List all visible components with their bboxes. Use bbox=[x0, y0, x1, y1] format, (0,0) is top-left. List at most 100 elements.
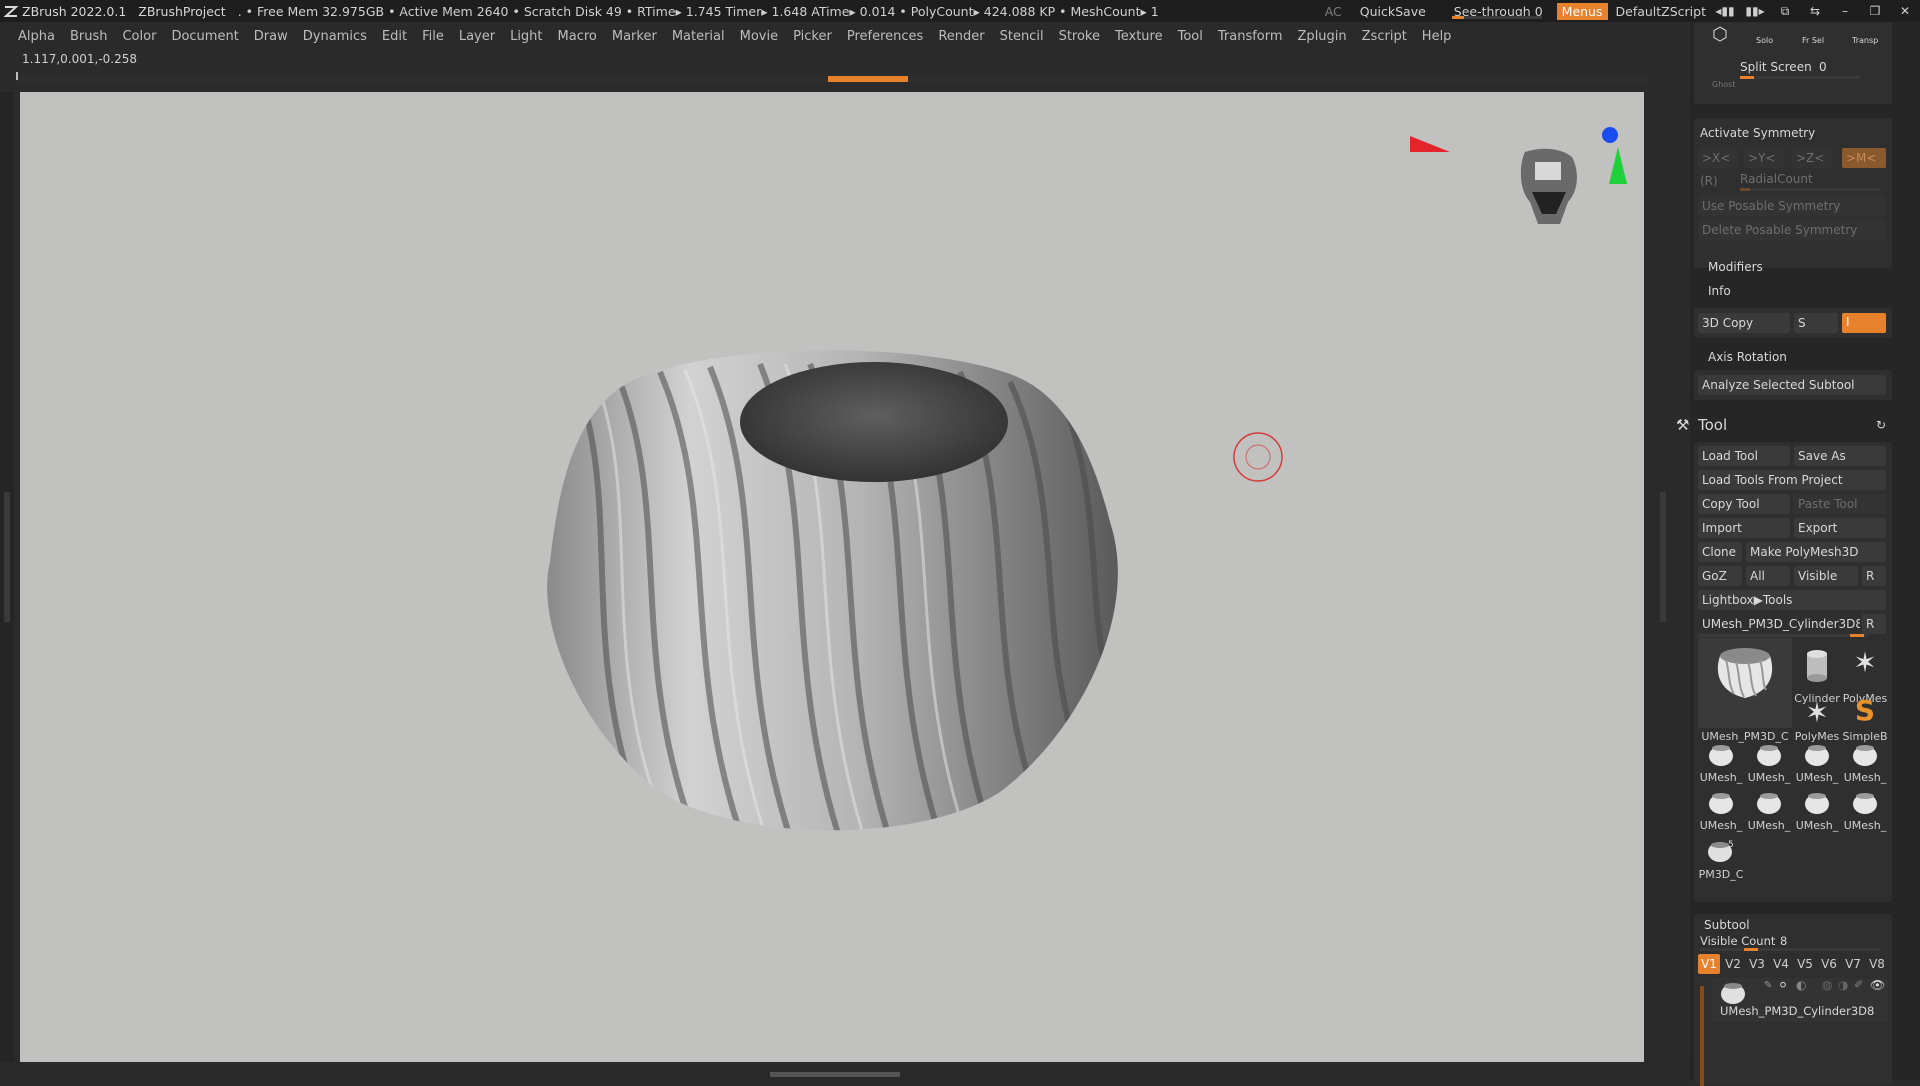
bottom-tray-grip[interactable] bbox=[770, 1072, 900, 1077]
s-button[interactable]: S bbox=[1794, 313, 1838, 333]
paste-tool-button[interactable]: Paste Tool bbox=[1794, 494, 1886, 514]
menu-movie[interactable]: Movie bbox=[740, 29, 778, 44]
right-tray-grip[interactable] bbox=[1660, 492, 1666, 622]
left-tray-grip[interactable] bbox=[4, 492, 10, 622]
navigation-gizmo-icon[interactable] bbox=[1410, 127, 1627, 224]
subtool-tab-v2[interactable]: V2 bbox=[1722, 954, 1744, 974]
simplebrush-thumb-icon[interactable]: S bbox=[1842, 692, 1888, 728]
polymesh-star-thumb-icon[interactable]: ✶ bbox=[1842, 646, 1888, 682]
cylinder-thumb-icon[interactable] bbox=[1796, 648, 1838, 684]
tool-thumb-row2-3[interactable]: UMesh_ bbox=[1794, 790, 1840, 834]
tool-thumb-row1-3[interactable]: UMesh_ bbox=[1794, 742, 1840, 786]
use-posable-symmetry-button[interactable]: Use Posable Symmetry bbox=[1698, 196, 1886, 216]
menus-toggle-button[interactable]: Menus bbox=[1556, 2, 1608, 20]
menu-transform[interactable]: Transform bbox=[1218, 29, 1283, 44]
default-zscript-button[interactable]: DefaultZScript bbox=[1616, 4, 1707, 19]
layout-icon[interactable]: ◂▮▮ bbox=[1714, 4, 1736, 18]
import-button[interactable]: Import bbox=[1698, 518, 1790, 538]
subtool-tab-v8[interactable]: V8 bbox=[1866, 954, 1888, 974]
polymesh-star-thumb-2-icon[interactable]: ✶ bbox=[1796, 692, 1838, 728]
visible-count-slider[interactable] bbox=[1700, 948, 1880, 951]
tool-thumb-row2-2[interactable]: UMesh_ bbox=[1746, 790, 1792, 834]
subtool-tab-v3[interactable]: V3 bbox=[1746, 954, 1768, 974]
menu-macro[interactable]: Macro bbox=[558, 29, 597, 44]
load-tools-from-project-button[interactable]: Load Tools From Project bbox=[1698, 470, 1886, 490]
minimize-icon[interactable]: – bbox=[1834, 4, 1856, 18]
copy-3d-button[interactable]: 3D Copy bbox=[1698, 313, 1790, 333]
transp-button[interactable]: Transp bbox=[1852, 36, 1878, 45]
tool-thumb-row2-4[interactable]: UMesh_ bbox=[1842, 790, 1888, 834]
current-tool-r-button[interactable]: R bbox=[1862, 614, 1886, 634]
menu-render[interactable]: Render bbox=[938, 29, 984, 44]
close-icon[interactable]: ✕ bbox=[1894, 4, 1916, 18]
load-tool-button[interactable]: Load Tool bbox=[1698, 446, 1790, 466]
tool-slider[interactable] bbox=[1698, 634, 1868, 637]
menu-tool[interactable]: Tool bbox=[1178, 29, 1203, 44]
visible-count-label[interactable]: Visible Count bbox=[1700, 934, 1775, 948]
copy-tool-button[interactable]: Copy Tool bbox=[1698, 494, 1790, 514]
ghost-button[interactable]: Ghost bbox=[1712, 80, 1735, 89]
solo-button[interactable]: Solo bbox=[1756, 36, 1773, 45]
menu-marker[interactable]: Marker bbox=[612, 29, 657, 44]
goz-button[interactable]: GoZ bbox=[1698, 566, 1742, 586]
timeline-bar[interactable] bbox=[16, 72, 1646, 82]
cube-icon[interactable]: ⬡ bbox=[1712, 24, 1728, 45]
sym-y-button[interactable]: >Y< bbox=[1744, 148, 1784, 168]
menu-dynamics[interactable]: Dynamics bbox=[303, 29, 367, 44]
goz-all-button[interactable]: All bbox=[1746, 566, 1790, 586]
subtool-dynamics-icon[interactable]: ◍ bbox=[1822, 978, 1832, 992]
sym-x-button[interactable]: >X< bbox=[1698, 148, 1738, 168]
menu-edit[interactable]: Edit bbox=[382, 29, 407, 44]
make-polymesh3d-button[interactable]: Make PolyMesh3D bbox=[1746, 542, 1886, 562]
split-screen-slider[interactable] bbox=[1740, 76, 1860, 79]
subtool-tab-v1[interactable]: V1 bbox=[1698, 954, 1720, 974]
analyze-selected-subtool-button[interactable]: Analyze Selected Subtool bbox=[1698, 375, 1886, 395]
sym-m-button[interactable]: >M< bbox=[1842, 148, 1886, 168]
refresh-icon[interactable]: ↻ bbox=[1876, 418, 1886, 432]
see-through-slider[interactable]: See-through 0 bbox=[1448, 4, 1549, 19]
subtool-eye-icon[interactable]: 👁 bbox=[1870, 978, 1885, 992]
menu-zscript[interactable]: Zscript bbox=[1362, 29, 1407, 44]
subtool-tab-v4[interactable]: V4 bbox=[1770, 954, 1792, 974]
menu-alpha[interactable]: Alpha bbox=[18, 29, 55, 44]
menu-document[interactable]: Document bbox=[171, 29, 238, 44]
tool-thumb-row1-1[interactable]: UMesh_ bbox=[1698, 742, 1744, 786]
menu-file[interactable]: File bbox=[422, 29, 444, 44]
lightbox-tools-button[interactable]: Lightbox▶Tools bbox=[1698, 590, 1886, 610]
menu-brush[interactable]: Brush bbox=[70, 29, 108, 44]
subtool-brush-icon[interactable]: ✎ bbox=[1764, 980, 1772, 991]
subtool-mask-icon[interactable]: ◑ bbox=[1838, 978, 1848, 992]
delete-posable-symmetry-button[interactable]: Delete Posable Symmetry bbox=[1698, 220, 1886, 240]
info-section[interactable]: Info bbox=[1708, 284, 1731, 298]
tool-thumb-row2-1[interactable]: UMesh_ bbox=[1698, 790, 1744, 834]
ac-label[interactable]: AC bbox=[1325, 4, 1342, 19]
goz-visible-button[interactable]: Visible bbox=[1794, 566, 1858, 586]
radial-count-slider[interactable] bbox=[1740, 188, 1880, 191]
export-button[interactable]: Export bbox=[1794, 518, 1886, 538]
axis-rotation-section[interactable]: Axis Rotation bbox=[1708, 350, 1787, 364]
subtool-tab-v7[interactable]: V7 bbox=[1842, 954, 1864, 974]
layout-2-icon[interactable]: ▮▮▸ bbox=[1744, 4, 1766, 18]
tool-thumb-last[interactable] bbox=[1698, 840, 1742, 866]
menu-texture[interactable]: Texture bbox=[1115, 29, 1163, 44]
subtool-edit-icon[interactable]: ✐ bbox=[1854, 978, 1863, 991]
goz-r-button[interactable]: R bbox=[1862, 566, 1886, 586]
menu-color[interactable]: Color bbox=[122, 29, 156, 44]
fit-window-icon[interactable]: ⧉ bbox=[1774, 4, 1796, 19]
subtool-polypaint-icon[interactable]: ⚪ bbox=[1778, 978, 1788, 992]
tool-thumb-row1-4[interactable]: UMesh_ bbox=[1842, 742, 1888, 786]
menu-light[interactable]: Light bbox=[510, 29, 542, 44]
menu-picker[interactable]: Picker bbox=[793, 29, 832, 44]
menu-zplugin[interactable]: Zplugin bbox=[1298, 29, 1347, 44]
subtool-item[interactable]: ✎ ⚪ ◐ ◍ ◑ ✐ 👁 UMesh_PM3D_Cylinder3D8 bbox=[1712, 978, 1888, 1022]
modifiers-section[interactable]: Modifiers bbox=[1708, 260, 1763, 274]
subtool-material-icon[interactable]: ◐ bbox=[1796, 978, 1806, 992]
frsel-button[interactable]: Fr Sel bbox=[1802, 36, 1824, 45]
tool-thumb-main[interactable] bbox=[1698, 638, 1792, 728]
menu-stroke[interactable]: Stroke bbox=[1059, 29, 1100, 44]
clone-button[interactable]: Clone bbox=[1698, 542, 1742, 562]
subtool-tab-v5[interactable]: V5 bbox=[1794, 954, 1816, 974]
quicksave-button[interactable]: QuickSave bbox=[1360, 4, 1426, 19]
tool-thumb-row1-2[interactable]: UMesh_ bbox=[1746, 742, 1792, 786]
radial-count-label[interactable]: RadialCount bbox=[1740, 172, 1813, 186]
